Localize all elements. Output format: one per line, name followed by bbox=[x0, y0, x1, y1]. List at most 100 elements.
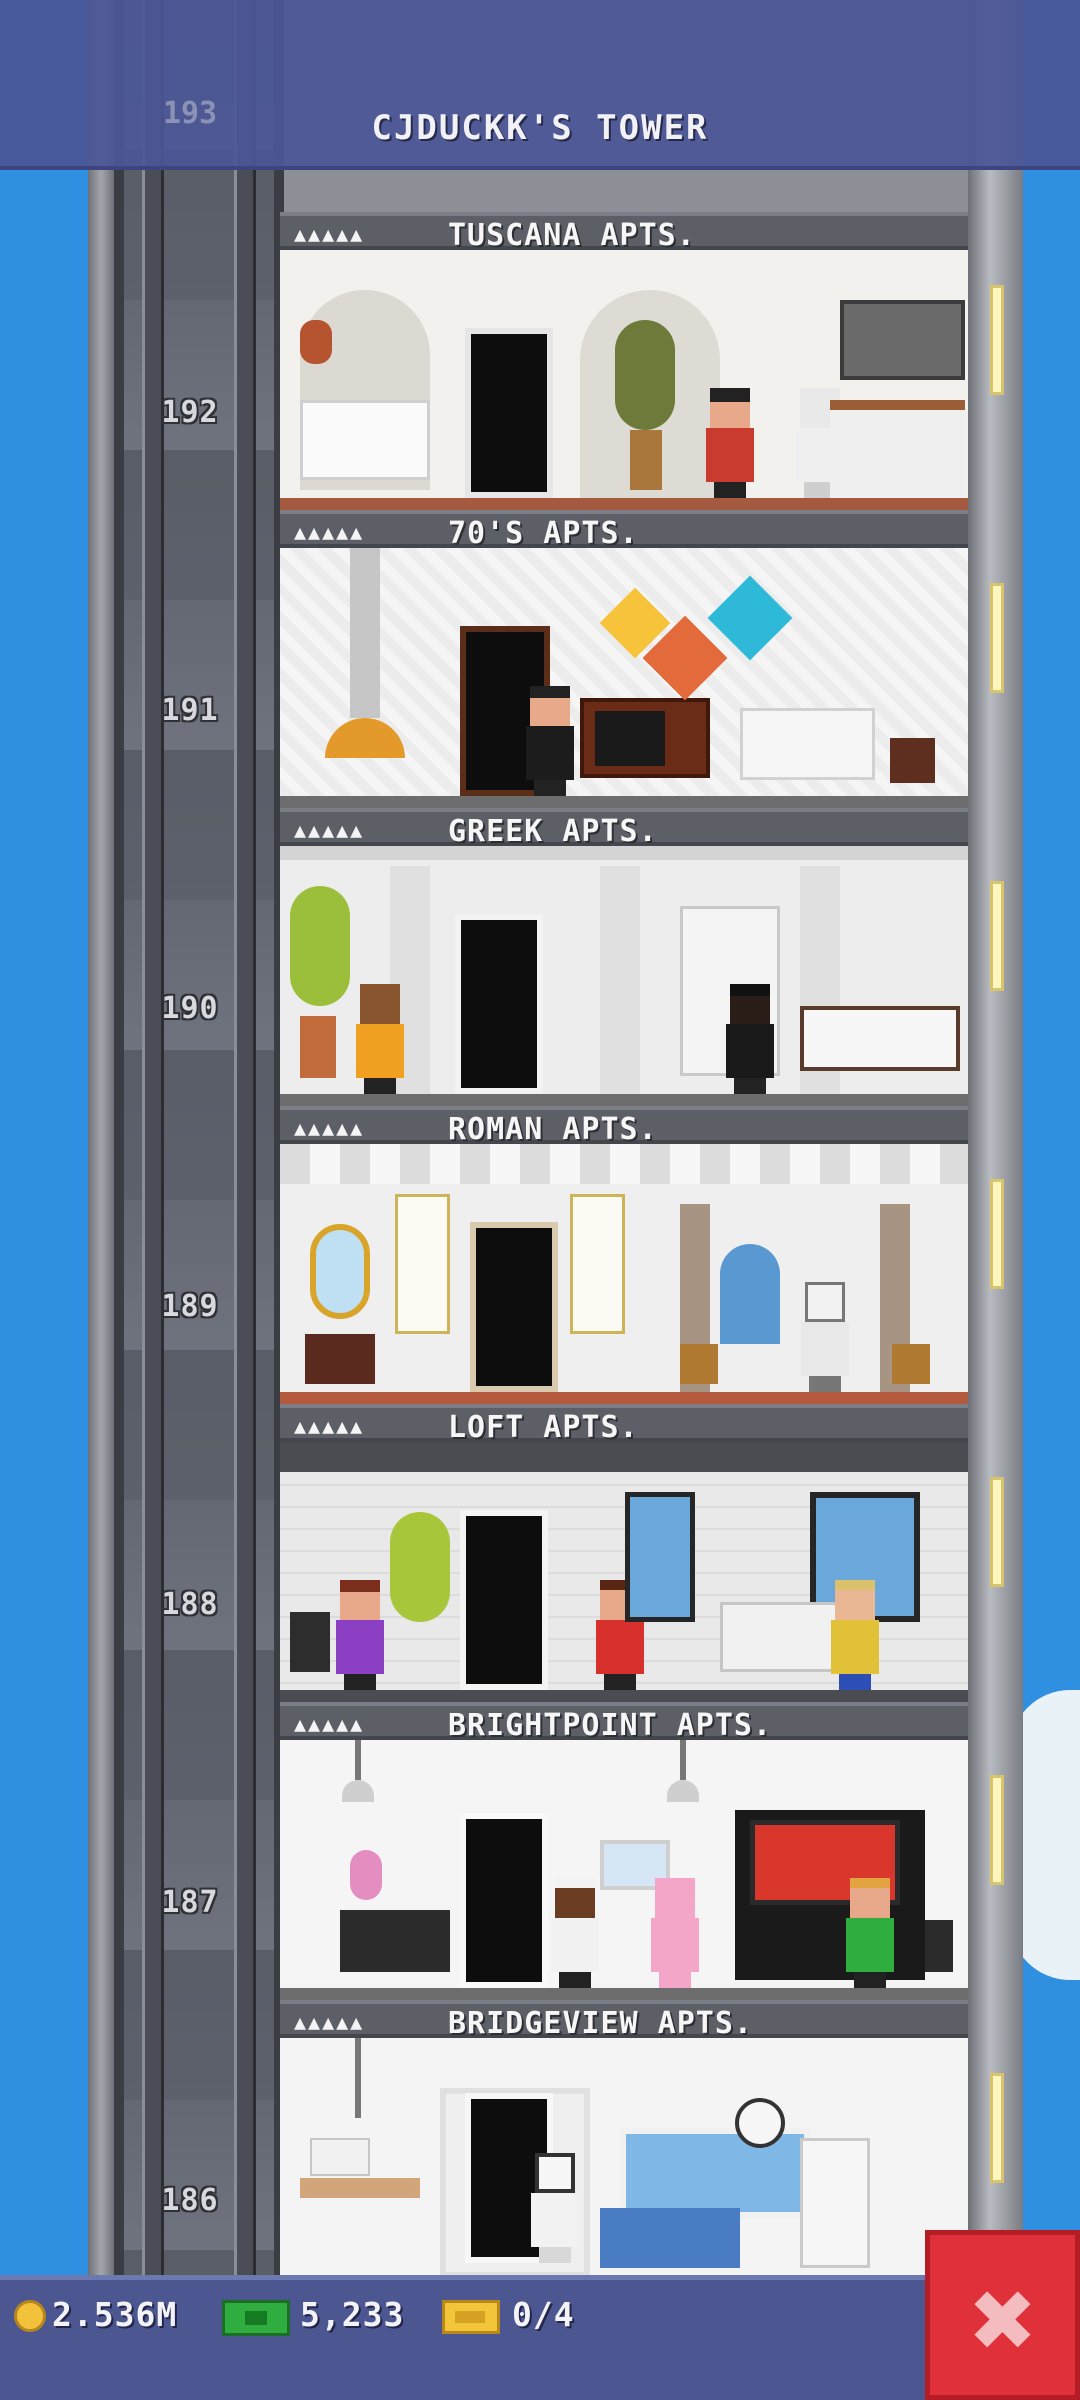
chaise-sofa bbox=[800, 1006, 960, 1071]
floor-light bbox=[990, 1775, 1004, 1885]
floor-number: 187 bbox=[161, 1885, 219, 1920]
pendant-lamp-cord bbox=[355, 1740, 361, 1780]
floor-brightpoint-apts[interactable]: ▲▲▲▲▲ BRIGHTPOINT APTS. bbox=[280, 1702, 968, 2000]
star-rating: ▲▲▲▲▲ bbox=[294, 818, 365, 842]
floor-light bbox=[990, 583, 1004, 693]
star-rating: ▲▲▲▲▲ bbox=[294, 2010, 365, 2034]
resident-astronaut[interactable] bbox=[525, 2153, 585, 2263]
close-button[interactable]: ✖ bbox=[925, 2230, 1080, 2400]
pendant-lamp-cord bbox=[355, 2038, 361, 2118]
room-interior bbox=[280, 1740, 968, 2000]
floor-greek-apts[interactable]: ▲▲▲▲▲ GREEK APTS. bbox=[280, 808, 968, 1106]
panoramic-window bbox=[620, 2128, 810, 2218]
floor-number: 189 bbox=[161, 1289, 219, 1324]
wall-clock bbox=[735, 2098, 785, 2148]
floor-speaker bbox=[925, 1920, 953, 1972]
floor-number: 186 bbox=[161, 2183, 219, 2218]
amphora bbox=[892, 1344, 930, 1384]
resident-pirate[interactable] bbox=[700, 388, 760, 498]
fireplace-hood bbox=[350, 548, 380, 718]
floor-loft-apts[interactable]: ▲▲▲▲▲ LOFT APTS. bbox=[280, 1404, 968, 1702]
floor-label-bar: ▲▲▲▲▲ BRIDGEVIEW APTS. bbox=[280, 2000, 968, 2041]
room-interior bbox=[280, 846, 968, 1106]
column bbox=[600, 866, 640, 1096]
floor-light bbox=[990, 1179, 1004, 1289]
room-interior bbox=[280, 1144, 968, 1404]
table-centerpiece bbox=[310, 2138, 370, 2176]
pendant-lamp-cord bbox=[680, 1740, 686, 1780]
pendant-lamp bbox=[667, 1780, 699, 1802]
loft-window bbox=[625, 1492, 695, 1622]
resident-agent[interactable] bbox=[720, 984, 780, 1094]
plant-pot bbox=[300, 1016, 336, 1078]
side-table bbox=[890, 738, 935, 783]
apartment-door[interactable] bbox=[460, 1510, 548, 1690]
floor-label-bar: ▲▲▲▲▲ LOFT APTS. bbox=[280, 1404, 968, 1445]
palm-plant bbox=[290, 886, 350, 1006]
star-rating: ▲▲▲▲▲ bbox=[294, 1116, 365, 1140]
resident-rapper[interactable] bbox=[545, 1878, 605, 1988]
frieze bbox=[280, 1144, 968, 1184]
blue-sofa bbox=[600, 2208, 740, 2268]
floor-name: GREEK APTS. bbox=[448, 814, 658, 849]
ceiling-beam bbox=[280, 1442, 968, 1472]
resident-loft-woman[interactable] bbox=[330, 1580, 390, 1690]
vip-count: 0/4 bbox=[512, 2295, 575, 2334]
vase bbox=[300, 320, 332, 364]
vip-ticket-icon bbox=[442, 2300, 500, 2334]
room-interior bbox=[280, 548, 968, 808]
floor-name: LOFT APTS. bbox=[448, 1410, 639, 1445]
star-rating: ▲▲▲▲▲ bbox=[294, 1712, 365, 1736]
tower-edge bbox=[88, 0, 114, 2275]
elevator-shaft[interactable] bbox=[114, 0, 284, 2275]
amphora bbox=[680, 1344, 718, 1384]
pendant-lamp bbox=[342, 1780, 374, 1802]
apartment-door[interactable] bbox=[460, 1813, 548, 1988]
floor-label-bar: ▲▲▲▲▲ BRIGHTPOINT APTS. bbox=[280, 1702, 968, 1743]
floor-number: 192 bbox=[161, 395, 219, 430]
resident-robot[interactable] bbox=[795, 1282, 855, 1392]
resident-gangster[interactable] bbox=[520, 686, 580, 796]
coin-count: 2.536M bbox=[52, 2295, 178, 2334]
refrigerator bbox=[800, 2138, 870, 2268]
resident-citizen[interactable] bbox=[350, 984, 410, 1094]
flower-vase bbox=[350, 1850, 382, 1900]
floor-number: 188 bbox=[161, 1587, 219, 1622]
frieze bbox=[280, 846, 968, 860]
tall-plant bbox=[390, 1512, 450, 1622]
bux-count: 5,233 bbox=[300, 2295, 405, 2334]
tower-title-banner: 193 CJDUCKK'S TOWER bbox=[0, 0, 1080, 170]
loft-sofa bbox=[720, 1602, 840, 1672]
apartment-door[interactable] bbox=[470, 1222, 558, 1392]
floor-name: BRIDGEVIEW APTS. bbox=[448, 2006, 753, 2041]
banner bbox=[395, 1194, 450, 1334]
floor-label-bar: ▲▲▲▲▲ GREEK APTS. bbox=[280, 808, 968, 849]
floor-label-bar: ▲▲▲▲▲ TUSCANA APTS. bbox=[280, 212, 968, 253]
floor-number: 190 bbox=[161, 991, 219, 1026]
star-rating: ▲▲▲▲▲ bbox=[294, 520, 365, 544]
coin-icon bbox=[14, 2300, 46, 2332]
kitchen-cabinet bbox=[840, 300, 965, 380]
side-table bbox=[305, 1334, 375, 1384]
arched-window bbox=[720, 1244, 780, 1344]
star-rating: ▲▲▲▲▲ bbox=[294, 1414, 365, 1438]
floor-tuscana-apts[interactable]: ▲▲▲▲▲ TUSCANA APTS. bbox=[280, 212, 968, 510]
floor-light bbox=[990, 881, 1004, 991]
star-rating: ▲▲▲▲▲ bbox=[294, 222, 365, 246]
floor-name: TUSCANA APTS. bbox=[448, 218, 696, 253]
sofa bbox=[300, 400, 430, 480]
speaker bbox=[290, 1612, 330, 1672]
floor-number: 191 bbox=[161, 693, 219, 728]
apartment-door[interactable] bbox=[465, 328, 553, 498]
resident-twins[interactable] bbox=[840, 1878, 900, 1988]
resident-loft-elder[interactable] bbox=[825, 1580, 885, 1690]
floor-roman-apts[interactable]: ▲▲▲▲▲ ROMAN APTS. bbox=[280, 1106, 968, 1404]
floor-70s-apts[interactable]: ▲▲▲▲▲ 70'S APTS. bbox=[280, 510, 968, 808]
floor-bridgeview-apts[interactable]: ▲▲▲▲▲ BRIDGEVIEW APTS. bbox=[280, 2000, 968, 2275]
floor-light bbox=[990, 285, 1004, 395]
floor-label-bar: ▲▲▲▲▲ ROMAN APTS. bbox=[280, 1106, 968, 1147]
apartment-door[interactable] bbox=[455, 914, 543, 1094]
room-interior bbox=[280, 2038, 968, 2275]
room-interior bbox=[280, 250, 968, 510]
resident-pig-costume[interactable] bbox=[645, 1878, 705, 1988]
